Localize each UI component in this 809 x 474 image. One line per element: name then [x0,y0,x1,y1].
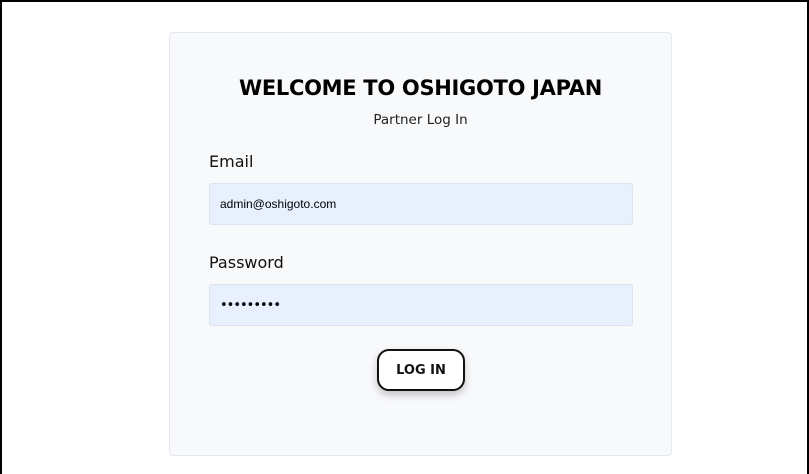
page-title: WELCOME TO OSHIGOTO JAPAN [239,76,602,100]
email-field[interactable] [209,183,633,225]
password-label: Password [209,253,284,272]
login-button[interactable]: LOG IN [377,349,465,391]
page-frame: WELCOME TO OSHIGOTO JAPAN Partner Log In… [0,0,809,474]
password-field[interactable] [209,284,633,326]
page-subtitle: Partner Log In [373,112,468,128]
email-label: Email [209,152,254,171]
login-card: WELCOME TO OSHIGOTO JAPAN Partner Log In… [169,32,672,456]
